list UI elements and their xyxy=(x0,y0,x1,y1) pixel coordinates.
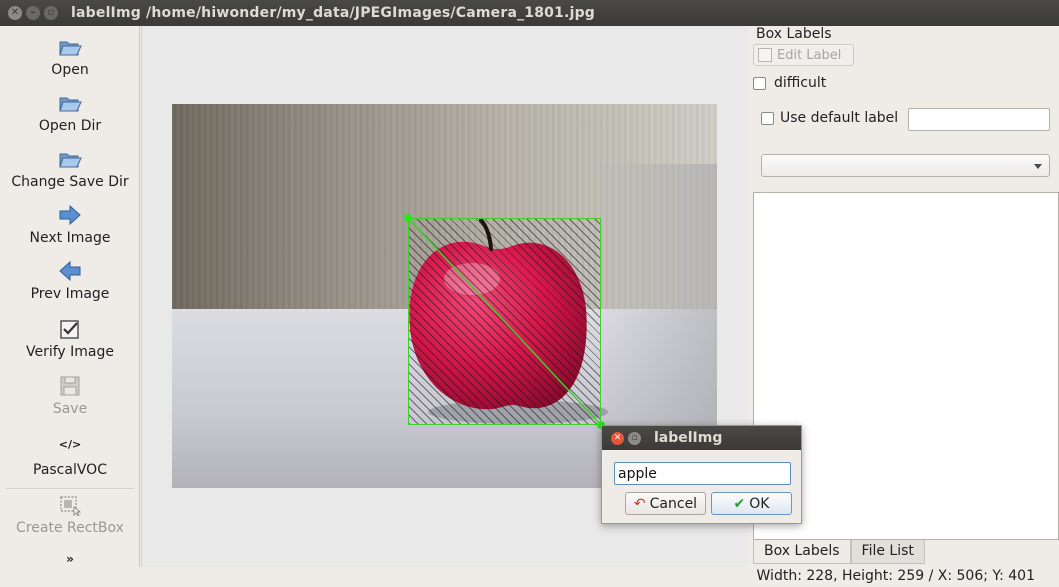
dock-title: Box Labels xyxy=(756,26,832,42)
use-default-label-row: Use default label xyxy=(761,110,898,126)
status-bar: Width: 228, Height: 259 / X: 506; Y: 401 xyxy=(0,567,1059,587)
arrow-right-icon xyxy=(59,204,81,226)
floppy-icon xyxy=(60,376,80,396)
folder-open-icon xyxy=(59,41,82,56)
open-dir-label: Open Dir xyxy=(38,118,102,134)
open-label: Open xyxy=(51,62,89,78)
close-icon: ✕ xyxy=(613,432,622,443)
dialog-close-button[interactable]: ✕ xyxy=(611,431,624,445)
dialog-maximize-button[interactable]: ▫ xyxy=(628,431,641,445)
dock-tabs: Box Labels File List xyxy=(753,540,925,564)
window-maximize-button[interactable]: ▫ xyxy=(44,6,58,20)
prev-image-button[interactable]: Prev Image xyxy=(0,260,140,302)
label-dialog: ✕ ▫ labelImg ↶ Cancel ✔ OK xyxy=(601,425,802,524)
tab-box-labels[interactable]: Box Labels xyxy=(753,540,851,564)
create-rectbox-button[interactable]: Create RectBox xyxy=(0,494,140,536)
dialog-titlebar: ✕ ▫ labelImg xyxy=(602,426,801,450)
chevron-down-icon xyxy=(1034,164,1042,169)
cancel-button[interactable]: ↶ Cancel xyxy=(625,492,706,515)
cancel-label: Cancel xyxy=(649,495,698,512)
left-toolbar: Open Open Dir Change Save Dir Next Image… xyxy=(0,26,140,567)
next-image-button[interactable]: Next Image xyxy=(0,204,140,246)
bbox-corner-handle-top-left[interactable] xyxy=(404,214,412,222)
checkmark-icon: ✔ xyxy=(733,495,746,512)
verify-image-label: Verify Image xyxy=(25,344,114,360)
folder-open-icon xyxy=(59,153,82,168)
window-title: labelImg /home/hiwonder/my_data/JPEGImag… xyxy=(71,5,596,21)
bounding-box-diagonal xyxy=(408,218,601,425)
difficult-label: difficult xyxy=(774,75,827,91)
use-default-label-text: Use default label xyxy=(780,110,899,126)
pascalvoc-button[interactable]: </> PascalVOC xyxy=(0,436,140,478)
create-rectbox-label: Create RectBox xyxy=(16,520,124,536)
maximize-icon: ▫ xyxy=(47,7,55,18)
code-tag-icon: </> xyxy=(58,438,82,451)
label-input[interactable] xyxy=(614,462,791,485)
arrow-left-icon xyxy=(59,260,81,282)
difficult-row: difficult xyxy=(753,75,826,91)
maximize-icon: ▫ xyxy=(631,432,638,443)
rectbox-icon xyxy=(60,496,82,516)
toolbar-divider xyxy=(6,488,134,489)
open-dir-button[interactable]: Open Dir xyxy=(0,92,140,134)
save-button[interactable]: Save xyxy=(0,375,140,417)
status-text: Width: 228, Height: 259 / X: 506; Y: 401 xyxy=(756,568,1035,584)
checkbox-icon xyxy=(60,320,79,339)
folder-open-icon xyxy=(59,97,82,112)
default-label-input[interactable] xyxy=(908,108,1050,131)
open-button[interactable]: Open xyxy=(0,36,140,78)
window-titlebar: ✕ – ▫ labelImg /home/hiwonder/my_data/JP… xyxy=(0,0,1059,26)
prev-image-label: Prev Image xyxy=(30,286,110,302)
edit-label-button[interactable]: Edit Label xyxy=(753,44,854,66)
label-combobox[interactable] xyxy=(761,154,1050,177)
window-close-button[interactable]: ✕ xyxy=(8,6,22,20)
ok-label: OK xyxy=(749,495,770,512)
minimize-icon: – xyxy=(30,7,36,18)
save-label: Save xyxy=(52,401,88,417)
dialog-title: labelImg xyxy=(654,430,723,446)
edit-icon xyxy=(758,48,772,62)
tab-file-list[interactable]: File List xyxy=(850,540,925,564)
undo-icon: ↶ xyxy=(633,495,646,512)
use-default-label-checkbox[interactable] xyxy=(761,111,774,125)
pascalvoc-label: PascalVOC xyxy=(33,462,107,478)
window-minimize-button[interactable]: – xyxy=(26,6,40,20)
change-save-dir-button[interactable]: Change Save Dir xyxy=(0,148,140,190)
change-save-dir-label: Change Save Dir xyxy=(11,174,129,190)
ok-button[interactable]: ✔ OK xyxy=(711,492,792,515)
difficult-checkbox[interactable] xyxy=(753,76,766,90)
verify-image-button[interactable]: Verify Image xyxy=(0,318,140,360)
close-icon: ✕ xyxy=(10,7,20,18)
edit-label-text: Edit Label xyxy=(777,47,842,63)
next-image-label: Next Image xyxy=(29,230,111,246)
toolbar-more-button[interactable]: » xyxy=(0,552,140,566)
